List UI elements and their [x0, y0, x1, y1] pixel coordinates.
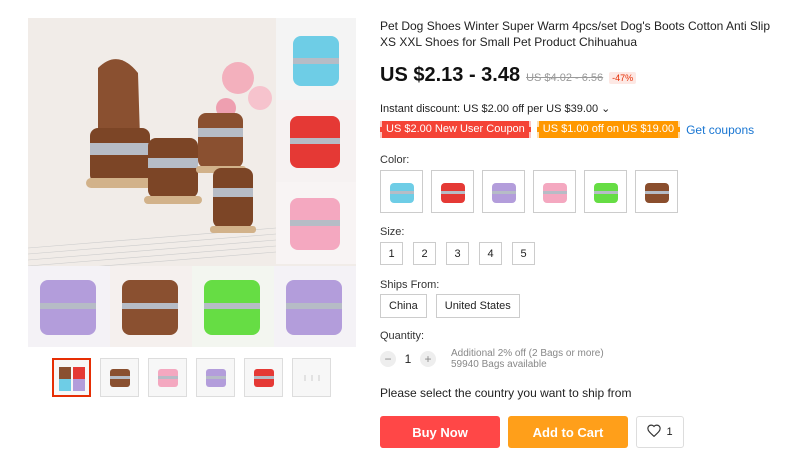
ships-from-china[interactable]: China	[380, 294, 427, 318]
add-to-cart-button[interactable]: Add to Cart	[508, 416, 628, 448]
get-coupons-link[interactable]: Get coupons	[686, 123, 754, 137]
buy-now-button[interactable]: Buy Now	[380, 416, 500, 448]
store-coupon[interactable]: US $1.00 off on US $19.00	[536, 121, 681, 138]
discount-badge: -47%	[609, 72, 637, 84]
size-option-2[interactable]: 2	[413, 242, 436, 265]
color-option-pink[interactable]	[533, 170, 576, 213]
thumbnail-red[interactable]	[244, 358, 283, 397]
color-option-purple[interactable]	[482, 170, 525, 213]
main-product-image[interactable]	[28, 18, 356, 347]
ships-from-options: China United States	[380, 294, 520, 318]
size-option-5[interactable]: 5	[512, 242, 535, 265]
wishlist-count: 1	[666, 426, 673, 438]
ships-from-label: Ships From:	[380, 279, 440, 291]
ships-from-united-states[interactable]: United States	[435, 294, 520, 318]
action-buttons: Buy Now Add to Cart 1	[380, 416, 684, 448]
stock-available: 59940 Bags available	[451, 359, 547, 370]
quantity-label: Quantity:	[380, 330, 425, 342]
quantity-value[interactable]: 1	[396, 352, 420, 366]
product-info: Pet Dog Shoes Winter Super Warm 4pcs/set…	[380, 18, 785, 138]
thumbnail-purple[interactable]	[196, 358, 235, 397]
instant-discount[interactable]: Instant discount: US $2.00 off per US $3…	[380, 102, 785, 115]
size-option-3[interactable]: 3	[446, 242, 469, 265]
thumbnail-blank[interactable]	[292, 358, 331, 397]
product-title: Pet Dog Shoes Winter Super Warm 4pcs/set…	[380, 19, 771, 49]
color-option-green[interactable]	[584, 170, 627, 213]
thumbnail-strip	[52, 358, 331, 397]
size-option-1[interactable]: 1	[380, 242, 403, 265]
ship-country-notice: Please select the country you want to sh…	[380, 386, 632, 400]
size-label: Size:	[380, 226, 405, 238]
thumbnail-mixed[interactable]	[52, 358, 91, 397]
bulk-discount-note: Additional 2% off (2 Bags or more)	[451, 348, 604, 359]
quantity-notes: Additional 2% off (2 Bags or more) 59940…	[451, 348, 604, 370]
thumbnail-pink[interactable]	[148, 358, 187, 397]
quantity-decrease-button[interactable]: −	[380, 351, 396, 367]
quantity-stepper: − 1 + Additional 2% off (2 Bags or more)…	[380, 348, 604, 370]
quantity-increase-button[interactable]: +	[420, 351, 436, 367]
color-option-red[interactable]	[431, 170, 474, 213]
new-user-coupon[interactable]: US $2.00 New User Coupon	[380, 121, 531, 138]
thumbnail-brown[interactable]	[100, 358, 139, 397]
wishlist-button[interactable]: 1	[636, 416, 684, 448]
heart-icon	[647, 424, 662, 440]
size-options: 1 2 3 4 5	[380, 242, 535, 265]
price-row: US $2.13 - 3.48 US $4.02 - 6.56 -47%	[380, 64, 785, 87]
color-label: Color:	[380, 154, 410, 166]
color-option-brown[interactable]	[635, 170, 678, 213]
color-options	[380, 170, 678, 213]
original-price: US $4.02 - 6.56	[526, 72, 604, 84]
price: US $2.13 - 3.48	[380, 64, 521, 86]
color-option-blue[interactable]	[380, 170, 423, 213]
coupon-row: US $2.00 New User Coupon US $1.00 off on…	[380, 121, 785, 138]
size-option-4[interactable]: 4	[479, 242, 502, 265]
